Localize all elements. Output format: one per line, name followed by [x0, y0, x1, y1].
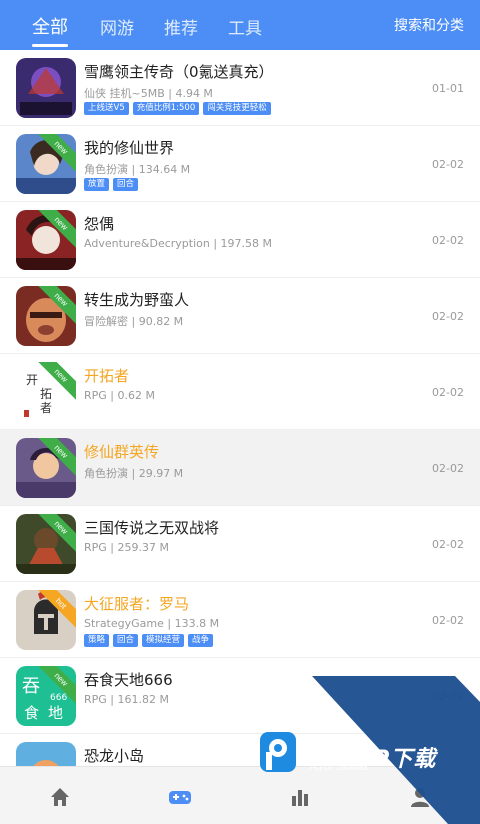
game-tags: 放置 回合	[84, 178, 139, 191]
game-list-item[interactable]: new 三国传说之无双战将 RPG | 259.37 M 02-02	[0, 506, 480, 582]
xiuxian-world-icon: new	[16, 134, 76, 194]
xiuxian-heroes-icon: new	[16, 438, 76, 498]
game-title: 我的修仙世界	[84, 139, 175, 157]
game-list-item[interactable]: hot 大征服者：罗马 StrategyGame | 133.8 M 策略 回合 模拟经营…	[0, 582, 480, 658]
game-meta: StrategyGame | 133.8 M	[84, 617, 220, 630]
game-tag: 放置	[84, 178, 110, 191]
watermark-subtitle: PCPOP Download	[310, 765, 368, 772]
tab-all[interactable]: 全部	[32, 13, 68, 39]
game-date: 02-02	[432, 386, 464, 399]
svg-text:者: 者	[40, 401, 52, 415]
game-list-item[interactable]: 开拓者 new 开拓者 RPG | 0.62 M 02-02	[0, 354, 480, 430]
game-title: 转生成为野蛮人	[84, 291, 190, 309]
game-list-item[interactable]: new 修仙群英传角色扮演 | 29.97 M 02-02	[0, 430, 480, 506]
game-date: 02-02	[432, 158, 464, 171]
game-tag: 回合	[113, 634, 139, 647]
game-meta: 角色扮演 | 29.97 M	[84, 467, 184, 480]
game-title: 大征服者：罗马	[84, 595, 190, 613]
game-date: 02-02	[432, 538, 464, 551]
search-category-button[interactable]: 搜索和分类	[394, 15, 464, 35]
game-meta: Adventure&Decryption | 197.58 M	[84, 237, 273, 250]
svg-text:食: 食	[24, 704, 39, 722]
game-meta: RPG | 161.82 M	[84, 693, 169, 706]
tab-tools[interactable]: 工具	[228, 14, 262, 39]
game-date: 02-02	[432, 462, 464, 475]
game-title: 恐龙小岛	[84, 747, 145, 765]
game-title: 修仙群英传	[84, 443, 160, 461]
game-list-item[interactable]: 雪鹰领主传奇（0氪送真充） 仙侠 挂机~5MB | 4.94 M 上线送V5 充值比例…	[0, 50, 480, 126]
chart-icon[interactable]	[286, 783, 314, 811]
bottom-nav	[0, 766, 480, 824]
xueying-icon	[16, 58, 76, 118]
game-meta: 角色扮演 | 134.64 M	[84, 163, 191, 176]
game-meta: 冒险解密 | 90.82 M	[84, 315, 184, 328]
top-bar: 全部 网游 推荐 工具 搜索和分类	[0, 0, 480, 50]
game-list: 雪鹰领主传奇（0氪送真充） 仙侠 挂机~5MB | 4.94 M 上线送V5 充值比例…	[0, 50, 480, 766]
game-meta: 仙侠 挂机~5MB | 4.94 M	[84, 87, 213, 100]
game-meta: RPG | 0.62 M	[84, 389, 155, 402]
svg-text:吞: 吞	[22, 676, 40, 697]
svg-text:拓: 拓	[40, 387, 52, 401]
svg-text:666: 666	[50, 693, 67, 703]
game-date: 02-02	[432, 234, 464, 247]
yuan-ou-icon: new	[16, 210, 76, 270]
svg-text:开: 开	[26, 373, 38, 387]
game-tag: 闯关竞技更轻松	[203, 102, 271, 115]
tunshi-icon: 吞食地 666 new	[16, 666, 76, 726]
profile-icon[interactable]	[406, 783, 434, 811]
game-title: 怨偶	[84, 215, 115, 233]
game-list-item[interactable]: 吞食地 666 new 吞食天地666 RPG | 161.82 M 02-02	[0, 658, 480, 734]
game-tag: 回合	[113, 178, 139, 191]
game-meta: RPG | 259.37 M	[84, 541, 169, 554]
tab-online-games[interactable]: 网游	[100, 14, 134, 39]
game-tag: 策略	[84, 634, 110, 647]
active-tab-indicator	[32, 44, 68, 47]
game-title: 雪鹰领主传奇（0氪送真充）	[84, 63, 274, 81]
barbarian-icon: new	[16, 286, 76, 346]
game-list-item[interactable]: new 怨偶 Adventure&Decryption | 197.58 M 02-0…	[0, 202, 480, 278]
game-date: 02-02	[432, 614, 464, 627]
game-date: 02-02	[432, 690, 464, 703]
game-tag: 模拟经营	[142, 634, 185, 647]
gamepad-icon[interactable]	[166, 783, 194, 811]
game-tags: 策略 回合 模拟经营 战争	[84, 634, 214, 647]
home-icon[interactable]	[46, 783, 74, 811]
sanguo-icon: new	[16, 514, 76, 574]
tab-recommended[interactable]: 推荐	[164, 14, 198, 39]
pioneer-icon: 开拓者 new	[16, 362, 76, 422]
game-tag: 上线送V5	[84, 102, 129, 115]
game-title: 三国传说之无双战将	[84, 519, 220, 537]
game-title: 开拓者	[84, 367, 130, 385]
game-date: 01-01	[432, 82, 464, 95]
app-screen: 全部 网游 推荐 工具 搜索和分类 雪鹰领主传奇（0氪送真充） 仙侠 挂机~5MB…	[0, 0, 480, 824]
game-tag: 充值比例1:500	[132, 102, 200, 115]
game-list-item[interactable]: new 转生成为野蛮人冒险解密 | 90.82 M 02-02	[0, 278, 480, 354]
game-tags: 上线送V5 充值比例1:500 闯关竞技更轻松	[84, 102, 271, 115]
rome-icon: hot	[16, 590, 76, 650]
dino-island-icon	[16, 742, 76, 766]
game-title: 吞食天地666	[84, 671, 173, 689]
game-date: 02-02	[432, 310, 464, 323]
game-tag: 战争	[188, 634, 214, 647]
svg-text:地: 地	[48, 704, 63, 722]
game-list-item[interactable]: new 我的修仙世界角色扮演 | 134.64 M 放置 回合 02-02	[0, 126, 480, 202]
